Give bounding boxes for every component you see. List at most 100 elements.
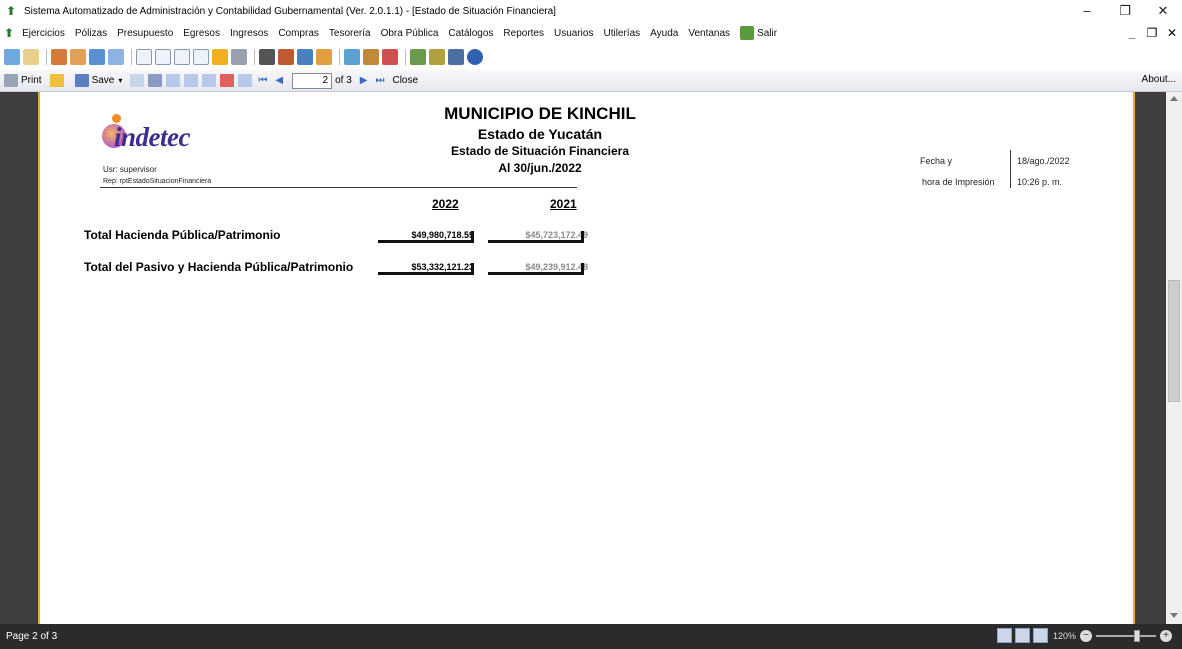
page-count-label: of 3 (335, 75, 352, 86)
page-number-input[interactable]: 2 (292, 72, 333, 89)
key-icon[interactable] (429, 49, 445, 65)
open-button[interactable] (49, 74, 67, 87)
logo-text: indetec (114, 122, 190, 152)
window-title: Sistema Automatizado de Administración y… (24, 5, 556, 17)
menu-polizas[interactable]: Pólizas (75, 28, 107, 39)
report-icon[interactable] (344, 49, 360, 65)
report-viewport[interactable]: indetec Usr: supervisor Rep: rptEstadoSi… (0, 92, 1166, 624)
print-time-value: 10:26 p. m. (1017, 177, 1063, 187)
folder-icon (49, 74, 64, 87)
window-controls: – ❐ ✕ (1068, 0, 1182, 22)
vertical-scrollbar[interactable] (1166, 92, 1182, 624)
grid-icon[interactable] (108, 49, 124, 65)
app-icon: ⬆ (6, 4, 17, 18)
truck-icon[interactable] (278, 49, 294, 65)
document-icon[interactable] (23, 49, 39, 65)
page-status: Page 2 of 3 (6, 631, 58, 642)
report-page: indetec Usr: supervisor Rep: rptEstadoSi… (38, 92, 1135, 624)
bookmark-icon[interactable] (184, 74, 199, 87)
next-page-icon[interactable]: ▶ (360, 75, 368, 86)
report-user: Usr: supervisor (103, 165, 157, 174)
scroll-up-icon[interactable] (1170, 96, 1178, 101)
last-page-icon[interactable]: ⏭ (375, 75, 384, 86)
menu-tesoreria[interactable]: Tesorería (329, 28, 371, 39)
prev-page-icon[interactable]: ◀ (275, 75, 283, 86)
thumbnails-icon[interactable] (166, 74, 181, 87)
book-icon[interactable] (259, 49, 275, 65)
first-page-icon[interactable]: ⏮ (258, 75, 267, 86)
hand-icon[interactable] (70, 49, 86, 65)
zoom-out-icon[interactable]: − (1080, 629, 1092, 642)
restore-button[interactable]: ❐ (1106, 0, 1144, 22)
menu-egresos[interactable]: Egresos (183, 28, 220, 39)
menu-catalogos[interactable]: Catálogos (448, 28, 493, 39)
save-icon (74, 74, 89, 87)
report-title-date: Al 30/jun./2022 (498, 161, 582, 175)
mdi-minimize-button[interactable]: _ (1122, 22, 1142, 44)
menu-ventanas[interactable]: Ventanas (688, 28, 730, 39)
minimize-button[interactable]: – (1068, 0, 1106, 22)
c-icon[interactable] (136, 49, 152, 65)
help-icon[interactable] (467, 49, 483, 65)
database-icon[interactable] (448, 49, 464, 65)
find-icon[interactable] (148, 74, 163, 87)
page-setup-icon[interactable] (238, 74, 253, 87)
delete-icon[interactable] (220, 74, 235, 87)
menu-obra-publica[interactable]: Obra Pública (381, 28, 439, 39)
d-icon[interactable] (155, 49, 171, 65)
header-underline (100, 187, 577, 188)
p-icon[interactable] (193, 49, 209, 65)
close-report-button[interactable]: Close (392, 75, 418, 86)
e-icon[interactable] (174, 49, 190, 65)
row-label-hacienda: Total Hacienda Pública/Patrimonio (84, 228, 281, 242)
mdi-restore-button[interactable]: ❐ (1142, 22, 1162, 44)
zoom-slider[interactable] (1096, 629, 1156, 642)
menu-ejercicios[interactable]: Ejercicios (22, 28, 65, 39)
tree-icon[interactable] (410, 49, 426, 65)
menu-ingresos[interactable]: Ingresos (230, 28, 268, 39)
chart-icon[interactable] (382, 49, 398, 65)
zoom-in-icon[interactable]: + (1160, 629, 1172, 642)
monitor-icon[interactable] (89, 49, 105, 65)
scroll-down-icon[interactable] (1170, 613, 1178, 618)
menu-compras[interactable]: Compras (278, 28, 319, 39)
menu-usuarios[interactable]: Usuarios (554, 28, 593, 39)
status-bar: Page 2 of 3 120% − + (0, 624, 1182, 649)
app-menu-icon[interactable]: ⬆ (4, 26, 14, 40)
building-icon[interactable] (297, 49, 313, 65)
print-label: Print (21, 75, 42, 86)
save-button[interactable]: Save ▾ (74, 74, 122, 87)
tools-icon[interactable] (363, 49, 379, 65)
chevron-down-icon[interactable]: ▾ (118, 76, 122, 85)
column-header-2022: 2022 (432, 197, 459, 211)
two-page-icon[interactable] (1014, 628, 1030, 643)
report-title-state: Estado de Yucatán (477, 126, 603, 142)
menu-reportes[interactable]: Reportes (503, 28, 544, 39)
copy-icon[interactable] (202, 74, 217, 87)
refresh-icon[interactable] (4, 49, 20, 65)
main-toolbar (0, 44, 1182, 70)
menu-presupuesto[interactable]: Presupuesto (117, 28, 173, 39)
save-label: Save (91, 75, 115, 86)
printer-icon (4, 74, 18, 87)
box-icon[interactable] (316, 49, 332, 65)
scroll-thumb[interactable] (1168, 280, 1180, 402)
close-button[interactable]: ✕ (1144, 0, 1182, 22)
report-title-municipality: MUNICIPIO DE KINCHIL (444, 104, 636, 123)
mail-icon[interactable] (130, 74, 145, 87)
single-page-icon[interactable] (996, 628, 1012, 643)
mdi-close-button[interactable]: ✕ (1162, 22, 1182, 44)
menu-utilerias[interactable]: Utilerías (603, 28, 640, 39)
amount-box (488, 263, 584, 275)
multi-page-icon[interactable] (1032, 628, 1048, 643)
zoom-slider-knob[interactable] (1134, 629, 1140, 642)
about-link[interactable]: About... (1142, 74, 1176, 85)
print-date-label: Fecha y (920, 156, 953, 166)
print-button[interactable]: Print (4, 74, 42, 87)
menu-salir[interactable]: Salir (757, 28, 777, 39)
users-icon[interactable] (51, 49, 67, 65)
amount-box (378, 231, 474, 243)
menu-ayuda[interactable]: Ayuda (650, 28, 678, 39)
transfer-icon[interactable] (231, 49, 247, 65)
payment-icon[interactable] (212, 49, 228, 65)
